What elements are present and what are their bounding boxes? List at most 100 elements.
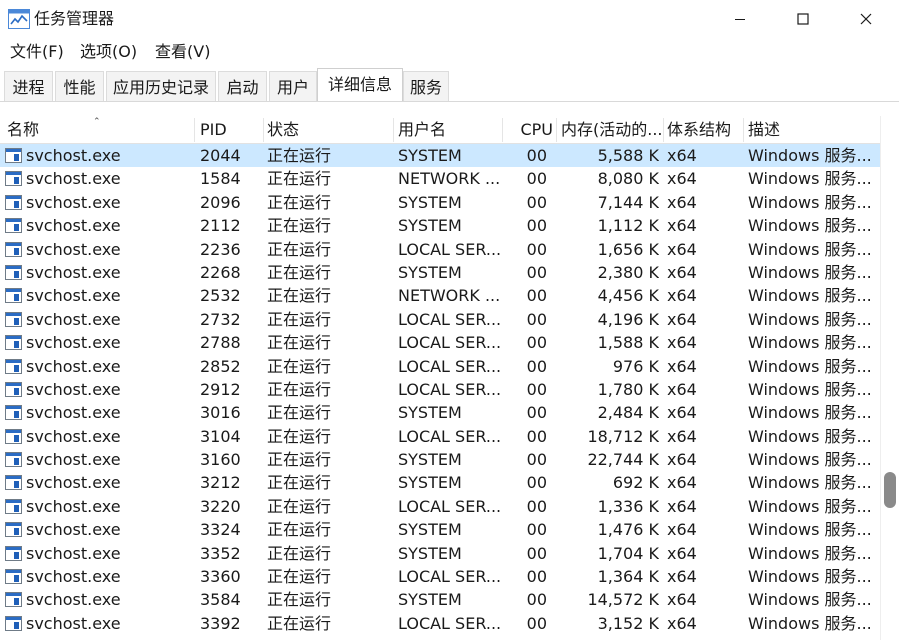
column-header-status[interactable]: 状态 [267, 116, 387, 144]
cell-memory: 976 K [612, 356, 659, 376]
cell-status: 正在运行 [267, 262, 332, 282]
tab-performance[interactable]: 性能 [55, 71, 104, 102]
process-icon [5, 381, 22, 397]
menu-bar: 文件(F) 选项(O) 查看(V) [0, 38, 899, 66]
cell-memory: 3,152 K [597, 613, 659, 633]
cell-cpu: 00 [526, 496, 547, 516]
cell-username: SYSTEM [398, 192, 462, 212]
column-header-memory[interactable]: 内存(活动的... [561, 116, 661, 144]
table-row[interactable]: svchost.exe 2268 正在运行 SYSTEM 00 2,380 K x64 Win… [0, 261, 880, 284]
cell-memory: 22,744 K [587, 450, 659, 470]
column-header-architecture[interactable]: 体系结构 [667, 116, 741, 144]
column-divider[interactable] [194, 118, 195, 142]
cell-description: Windows 服务... [748, 567, 872, 587]
cell-name: svchost.exe [26, 613, 121, 633]
cell-memory: 1,364 K [597, 567, 659, 587]
table-row[interactable]: svchost.exe 2532 正在运行 NETWORK ... 00 4,456 K x… [0, 284, 880, 307]
tab-content-divider [0, 101, 899, 102]
column-header-pid[interactable]: PID [200, 116, 260, 144]
tab-processes[interactable]: 进程 [4, 71, 53, 102]
maximize-button[interactable] [771, 0, 835, 38]
scrollbar-thumb[interactable] [884, 472, 896, 508]
table-row[interactable]: svchost.exe 2788 正在运行 LOCAL SER... 00 1,588 K… [0, 331, 880, 354]
cell-architecture: x64 [667, 216, 697, 236]
cell-memory: 692 K [612, 473, 659, 493]
table-row[interactable]: svchost.exe 3392 正在运行 LOCAL SER... 00 3,152 K… [0, 612, 880, 635]
cell-description: Windows 服务... [748, 450, 872, 470]
cell-status: 正在运行 [267, 379, 332, 399]
cell-pid: 2732 [200, 309, 241, 329]
cell-cpu: 00 [526, 613, 547, 633]
cell-username: NETWORK ... [398, 286, 500, 306]
cell-name: svchost.exe [26, 403, 121, 423]
cell-pid: 2532 [200, 286, 241, 306]
cell-description: Windows 服务... [748, 426, 872, 446]
cell-description: Windows 服务... [748, 146, 872, 165]
column-divider[interactable] [663, 118, 664, 142]
process-icon [5, 592, 22, 608]
column-header-description[interactable]: 描述 [748, 116, 876, 144]
cell-cpu: 00 [526, 216, 547, 236]
column-divider[interactable] [263, 118, 264, 142]
cell-name: svchost.exe [26, 450, 121, 470]
column-header-username[interactable]: 用户名 [398, 116, 498, 144]
table-row[interactable]: svchost.exe 2044 正在运行 SYSTEM 00 5,588 K x64 Win… [0, 144, 880, 168]
column-divider[interactable] [502, 118, 503, 142]
column-header-cpu[interactable]: CPU [505, 116, 553, 144]
process-icon [5, 194, 22, 210]
table-row[interactable]: svchost.exe 2852 正在运行 LOCAL SER... 00 976 K x6… [0, 355, 880, 378]
cell-pid: 2268 [200, 262, 241, 282]
cell-status: 正在运行 [267, 333, 332, 353]
vertical-scrollbar[interactable] [880, 116, 899, 640]
column-divider[interactable] [556, 118, 557, 142]
close-button[interactable] [834, 0, 898, 38]
table-row[interactable]: svchost.exe 1584 正在运行 NETWORK ... 00 8,080 K x… [0, 167, 880, 190]
cell-pid: 3352 [200, 543, 241, 563]
tab-app-history[interactable]: 应用历史记录 [106, 71, 216, 102]
cell-name: svchost.exe [26, 590, 121, 610]
cell-pid: 3160 [200, 450, 241, 470]
minimize-button[interactable] [708, 0, 772, 38]
table-row[interactable]: svchost.exe 3212 正在运行 SYSTEM 00 692 K x64 Windo… [0, 471, 880, 494]
table-row[interactable]: svchost.exe 2236 正在运行 LOCAL SER... 00 1,656 K… [0, 238, 880, 261]
table-row[interactable]: svchost.exe 2912 正在运行 LOCAL SER... 00 1,780 K… [0, 378, 880, 401]
column-divider[interactable] [743, 118, 744, 142]
menu-file[interactable]: 文件(F) [10, 42, 64, 62]
cell-description: Windows 服务... [748, 496, 872, 516]
cell-status: 正在运行 [267, 590, 332, 610]
table-row[interactable]: svchost.exe 3160 正在运行 SYSTEM 00 22,744 K x64 Wi… [0, 448, 880, 471]
menu-options[interactable]: 选项(O) [80, 42, 137, 62]
cell-status: 正在运行 [267, 426, 332, 446]
table-row[interactable]: svchost.exe 2112 正在运行 SYSTEM 00 1,112 K x64 Win… [0, 214, 880, 237]
cell-description: Windows 服务... [748, 333, 872, 353]
tab-services[interactable]: 服务 [403, 71, 449, 102]
tab-startup[interactable]: 启动 [218, 71, 267, 102]
table-row[interactable]: svchost.exe 3584 正在运行 SYSTEM 00 14,572 K x64 Wi… [0, 588, 880, 611]
cell-cpu: 00 [526, 286, 547, 306]
cell-memory: 1,336 K [597, 496, 659, 516]
cell-pid: 2096 [200, 192, 241, 212]
process-icon [5, 288, 22, 304]
table-row[interactable]: svchost.exe 3360 正在运行 LOCAL SER... 00 1,364 K… [0, 565, 880, 588]
cell-username: SYSTEM [398, 590, 462, 610]
table-row[interactable]: svchost.exe 3352 正在运行 SYSTEM 00 1,704 K x64 Win… [0, 542, 880, 565]
tab-details[interactable]: 详细信息 [317, 68, 403, 102]
table-row[interactable]: svchost.exe 2732 正在运行 LOCAL SER... 00 4,196 K… [0, 308, 880, 331]
table-row[interactable]: svchost.exe 3220 正在运行 LOCAL SER... 00 1,336 K… [0, 495, 880, 518]
table-row[interactable]: svchost.exe 3016 正在运行 SYSTEM 00 2,484 K x64 Win… [0, 401, 880, 424]
column-divider[interactable] [393, 118, 394, 142]
table-row[interactable]: svchost.exe 2096 正在运行 SYSTEM 00 7,144 K x64 Win… [0, 191, 880, 214]
table-row[interactable]: svchost.exe 3104 正在运行 LOCAL SER... 00 18,712 … [0, 425, 880, 448]
cell-description: Windows 服务... [748, 262, 872, 282]
tab-users[interactable]: 用户 [269, 71, 317, 102]
cell-architecture: x64 [667, 309, 697, 329]
cell-pid: 3360 [200, 567, 241, 587]
menu-view[interactable]: 查看(V) [155, 42, 210, 62]
cell-cpu: 00 [526, 192, 547, 212]
cell-cpu: 00 [526, 333, 547, 353]
cell-architecture: x64 [667, 169, 697, 189]
table-row[interactable]: svchost.exe 3324 正在运行 SYSTEM 00 1,476 K x64 Win… [0, 518, 880, 541]
cell-architecture: x64 [667, 450, 697, 470]
cell-name: svchost.exe [26, 520, 121, 540]
process-icon [5, 452, 22, 468]
